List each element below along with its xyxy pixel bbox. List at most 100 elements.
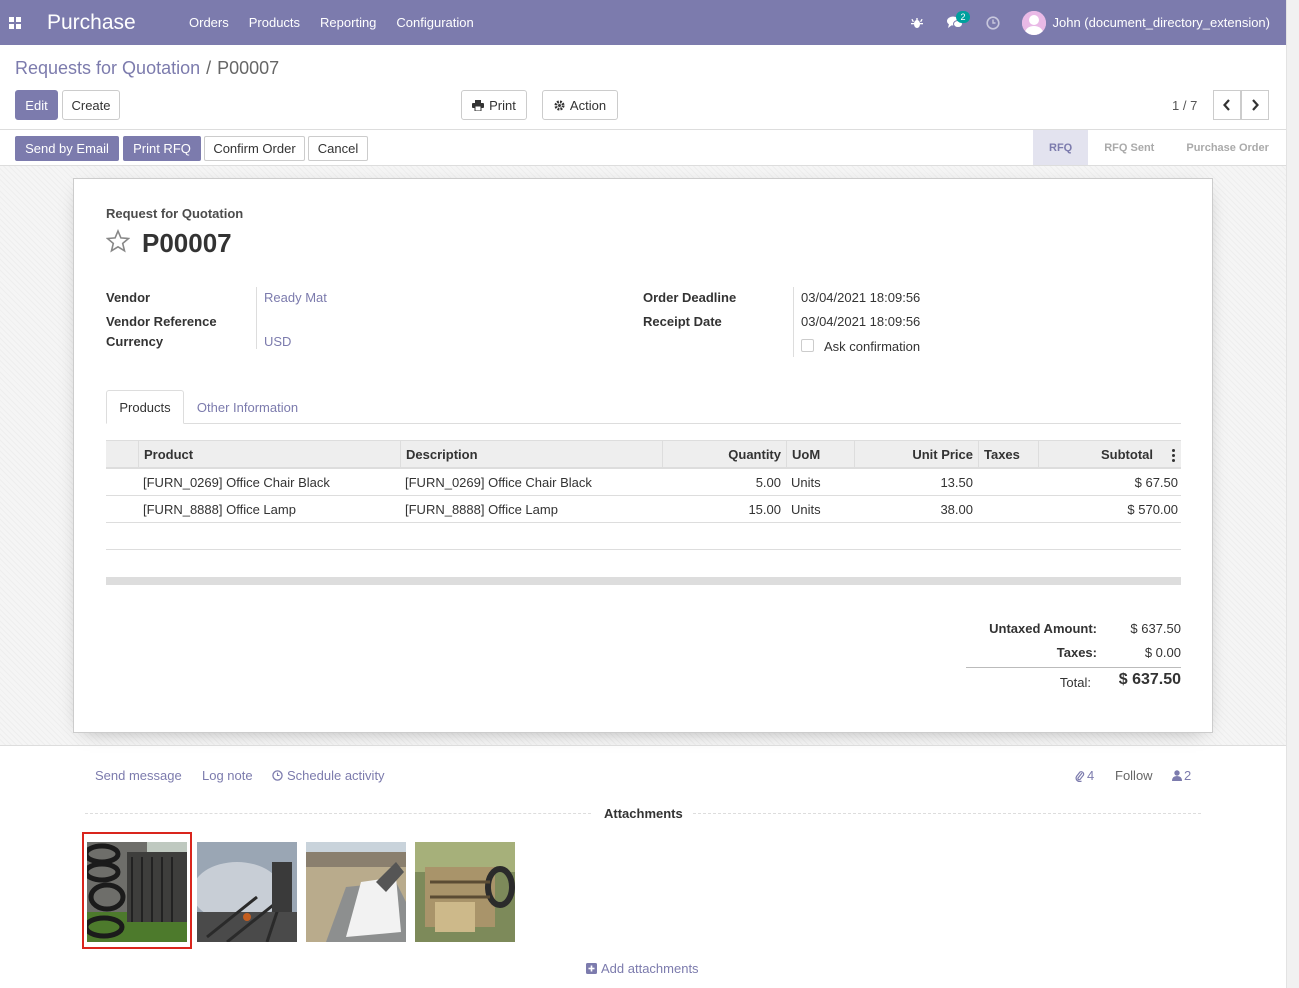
stage-rfq[interactable]: RFQ (1033, 130, 1089, 165)
plus-square-icon (586, 963, 597, 974)
attachment-thumbnail-crash[interactable] (306, 842, 406, 942)
user-icon (1172, 770, 1182, 781)
menu-orders[interactable]: Orders (179, 15, 239, 30)
activity-clock-icon[interactable] (974, 0, 1012, 45)
attachment-thumbnail-engine[interactable] (415, 842, 515, 942)
table-row[interactable]: [FURN_8888] Office Lamp [FURN_8888] Offi… (106, 496, 1181, 523)
header-uom[interactable]: UoM (786, 441, 854, 468)
breadcrumb: Requests for Quotation / P00007 (15, 58, 279, 79)
menu-reporting[interactable]: Reporting (310, 15, 386, 30)
pager-next-button[interactable] (1241, 90, 1269, 120)
add-attachments-label: Add attachments (601, 961, 699, 976)
followers-button[interactable]: 2 (1172, 768, 1191, 783)
cell-subtotal: $ 67.50 (1134, 474, 1178, 490)
breadcrumb-parent[interactable]: Requests for Quotation (15, 58, 200, 79)
ask-confirmation-checkbox[interactable] (801, 339, 814, 352)
followers-count: 2 (1184, 768, 1192, 783)
optional-columns-icon[interactable] (1172, 449, 1175, 462)
header-quantity[interactable]: Quantity (662, 441, 786, 468)
create-button[interactable]: Create (62, 90, 120, 120)
breadcrumb-separator: / (206, 58, 212, 78)
ask-confirmation-label: Ask confirmation (824, 339, 921, 354)
currency-label: Currency (106, 334, 164, 349)
breadcrumb-current: P00007 (217, 58, 280, 78)
print-button[interactable]: Print (461, 90, 527, 120)
print-rfq-button[interactable]: Print RFQ (123, 136, 201, 161)
header-product[interactable]: Product (138, 441, 400, 468)
send-message-button[interactable]: Send message (95, 768, 182, 783)
table-footer (106, 577, 1181, 585)
debug-bug-icon[interactable] (898, 0, 936, 45)
star-icon[interactable] (105, 228, 131, 256)
order-lines-table: Product Description Quantity UoM Unit Pr… (106, 440, 1181, 585)
tab-products[interactable]: Products (106, 390, 184, 424)
form-sheet: Request for Quotation P00007 Vendor Read… (73, 178, 1213, 733)
cell-unit-price: 38.00 (940, 501, 973, 517)
schedule-activity-label: Schedule activity (287, 768, 385, 783)
schedule-activity-button[interactable]: Schedule activity (272, 768, 385, 783)
total-label: Total: (1059, 675, 1091, 690)
chatter-divider (0, 745, 1286, 746)
cell-unit-price: 13.50 (940, 474, 973, 490)
avatar (1022, 10, 1047, 35)
empty-row (106, 523, 1181, 550)
attachments-count-button[interactable]: 4 (1075, 768, 1094, 783)
messages-icon[interactable]: 2 (936, 0, 974, 45)
action-button[interactable]: Action (542, 90, 618, 120)
cancel-button[interactable]: Cancel (308, 136, 368, 161)
messages-count-badge: 2 (956, 11, 970, 23)
user-name: John (document_directory_extension) (1052, 15, 1270, 30)
order-deadline-value[interactable]: 03/04/2021 18:09:56 (801, 290, 920, 305)
vendor-reference-field[interactable] (264, 314, 564, 330)
main-menu: Orders Products Reporting Configuration (179, 15, 484, 30)
send-by-email-button[interactable]: Send by Email (15, 136, 119, 161)
taxes-value: $ 0.00 (1144, 645, 1181, 660)
stage-rfq-sent[interactable]: RFQ Sent (1088, 130, 1170, 165)
table-row[interactable]: [FURN_0269] Office Chair Black [FURN_026… (106, 469, 1181, 496)
currency-value[interactable]: USD (264, 334, 291, 349)
header-taxes[interactable]: Taxes (978, 441, 1038, 468)
cell-subtotal: $ 570.00 (1127, 501, 1178, 517)
cell-product: [FURN_0269] Office Chair Black (143, 474, 330, 490)
attachments-count: 4 (1087, 768, 1095, 783)
user-menu[interactable]: John (document_directory_extension) (1022, 10, 1270, 35)
tab-other-information[interactable]: Other Information (190, 390, 305, 424)
header-unit-price[interactable]: Unit Price (854, 441, 978, 468)
header-subtotal[interactable]: Subtotal (1038, 441, 1181, 468)
menu-configuration[interactable]: Configuration (386, 15, 483, 30)
confirm-order-button[interactable]: Confirm Order (204, 136, 305, 161)
cell-uom: Units (791, 474, 821, 490)
order-deadline-label: Order Deadline (643, 290, 737, 305)
log-note-button[interactable]: Log note (202, 768, 253, 783)
gear-icon (554, 99, 565, 111)
row-handle (106, 469, 138, 495)
field-separator (793, 287, 794, 357)
header-handle (106, 441, 138, 468)
add-attachments-button[interactable]: Add attachments (586, 961, 699, 976)
printer-icon (472, 99, 485, 111)
edit-button[interactable]: Edit (15, 90, 58, 120)
pager-previous-button[interactable] (1213, 90, 1241, 120)
vendor-value[interactable]: Ready Mat (264, 290, 327, 305)
vendor-reference-label: Vendor Reference (106, 314, 217, 329)
paperclip-icon (1075, 770, 1085, 782)
untaxed-amount-value: $ 637.50 (1130, 621, 1181, 636)
apps-menu-icon[interactable] (0, 0, 30, 45)
menu-products[interactable]: Products (239, 15, 310, 30)
cell-taxes (978, 469, 1038, 495)
taxes-label: Taxes: (1056, 645, 1097, 660)
follow-button[interactable]: Follow (1115, 768, 1153, 783)
chevron-right-icon (1252, 99, 1259, 111)
row-handle (106, 496, 138, 522)
stage-purchase-order[interactable]: Purchase Order (1170, 130, 1285, 165)
pager-counter[interactable]: 1 / 7 (1172, 98, 1197, 113)
attachment-thumbnail-fire[interactable] (197, 842, 297, 942)
cell-description: [FURN_0269] Office Chair Black (405, 474, 592, 490)
page-scrollbar[interactable] (1286, 0, 1299, 988)
attachment-thumbnail-tires[interactable] (87, 842, 187, 942)
cell-quantity: 5.00 (755, 474, 781, 490)
app-title[interactable]: Purchase (47, 11, 179, 35)
header-description[interactable]: Description (400, 441, 662, 468)
cell-quantity: 15.00 (748, 501, 781, 517)
receipt-date-value[interactable]: 03/04/2021 18:09:56 (801, 314, 920, 329)
